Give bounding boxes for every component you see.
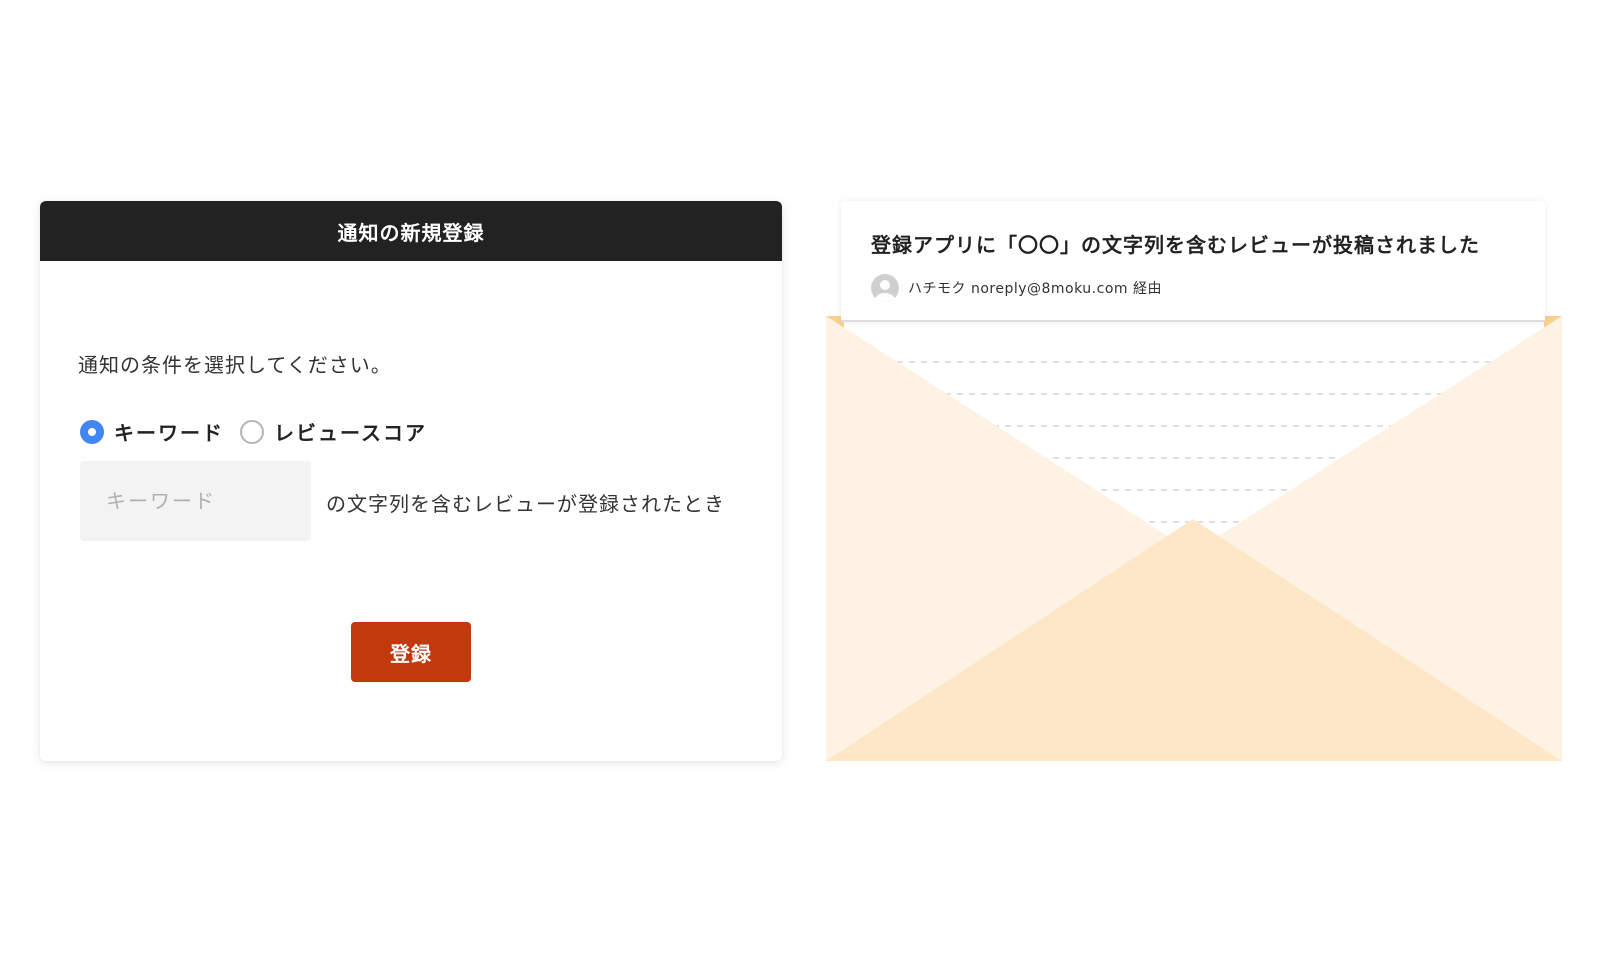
email-header-sheet: 登録アプリに「〇〇」の文字列を含むレビューが投稿されました ハチモク norep… (841, 201, 1545, 322)
radio-option-review-score[interactable]: レビュースコア (240, 417, 427, 446)
radio-checked-icon[interactable] (80, 419, 104, 444)
sender-text: ハチモク noreply@8moku.com 経由 (908, 281, 1162, 297)
condition-suffix-text: の文字列を含むレビューが登録されたとき (326, 492, 725, 516)
radio-unchecked-icon[interactable] (240, 419, 264, 444)
card-title: 通知の新規登録 (337, 220, 485, 245)
card-header: 通知の新規登録 (40, 201, 782, 261)
radio-dot (88, 427, 96, 436)
instruction-text: 通知の条件を選択してください。 (78, 353, 392, 377)
email-envelope-illustration: 登録アプリに「〇〇」の文字列を含むレビューが投稿されました ハチモク norep… (820, 201, 1568, 763)
email-subject: 登録アプリに「〇〇」の文字列を含むレビューが投稿されました (871, 233, 1480, 257)
notification-registration-card: 通知の新規登録 通知の条件を選択してください。 キーワード レビュースコア の文… (40, 201, 782, 761)
avatar-body (875, 293, 895, 302)
condition-radio-group: キーワード レビュースコア (80, 417, 427, 446)
radio-label-review-score: レビュースコア (274, 421, 427, 445)
keyword-input[interactable] (80, 461, 311, 541)
avatar-head (880, 280, 890, 290)
user-avatar-icon (871, 274, 899, 302)
radio-label-keyword: キーワード (114, 421, 224, 445)
register-button[interactable]: 登録 (351, 622, 471, 682)
sender-row: ハチモク noreply@8moku.com 経由 (871, 274, 1162, 302)
radio-option-keyword[interactable]: キーワード (80, 417, 224, 446)
